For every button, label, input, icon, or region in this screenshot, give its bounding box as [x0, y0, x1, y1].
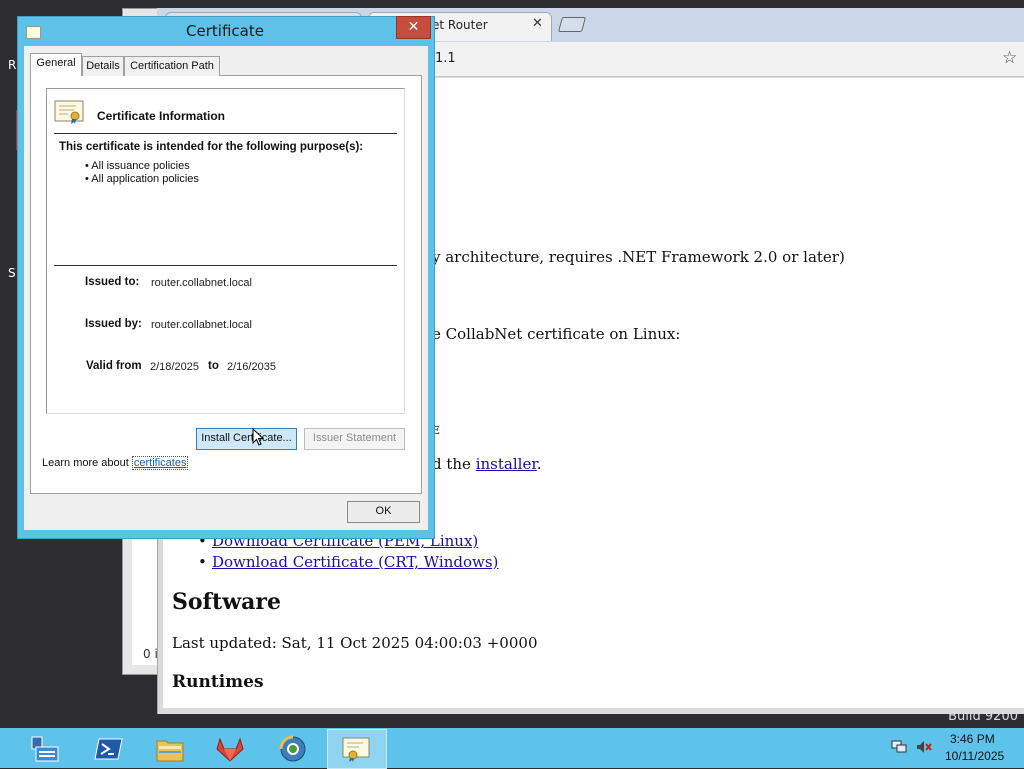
valid-from-label: Valid from [86, 360, 142, 372]
file-explorer-icon[interactable] [155, 735, 185, 763]
valid-to-value: 2/16/2035 [227, 361, 276, 373]
build-watermark: Build 9200 [948, 709, 1018, 724]
valid-from-value: 2/18/2025 [150, 361, 199, 373]
network-icon[interactable] [891, 740, 907, 754]
learn-more-text: Learn more about certificates [42, 456, 189, 470]
powershell-icon[interactable] [94, 735, 124, 763]
desktop-icon-label: S [8, 266, 16, 280]
divider [54, 133, 397, 134]
tab-certification-path[interactable]: Certification Path [124, 56, 220, 76]
purpose-item: • All issuance policies [85, 160, 190, 172]
issued-by-value: router.collabnet.local [151, 319, 252, 331]
linux-instructions-text: e CollabNet certificate on Linux: [432, 325, 681, 343]
runtimes-heading: Runtimes [172, 672, 264, 692]
learn-more-prefix: Learn more about [42, 457, 132, 469]
taskbar [0, 728, 1024, 768]
certificate-icon [26, 26, 41, 39]
clock-time[interactable]: 3:46 PM [950, 732, 995, 746]
purpose-heading: This certificate is intended for the fol… [59, 141, 364, 153]
installer-suffix: . [536, 455, 542, 473]
clock-date[interactable]: 10/11/2025 [945, 749, 1004, 763]
certificate-icon [54, 100, 84, 124]
installer-sentence: d the installer. [432, 455, 542, 473]
issued-by-label: Issued by: [85, 318, 142, 330]
close-button[interactable]: ✕ [396, 16, 431, 39]
gitlab-icon[interactable] [215, 735, 245, 763]
mouse-cursor-icon [252, 428, 264, 446]
address-bar[interactable]: 1.1 [435, 51, 456, 66]
tab-close-icon[interactable]: ✕ [532, 16, 543, 31]
download-crt-link[interactable]: Download Certificate (CRT, Windows) [198, 553, 498, 571]
certificate-icon[interactable] [341, 735, 371, 763]
architecture-note: y architecture, requires .NET Framework … [432, 248, 845, 266]
issuer-statement-button[interactable]: Issuer Statement [304, 428, 405, 450]
server-manager-icon[interactable] [30, 735, 60, 763]
installer-prefix: d the [432, 455, 476, 473]
tab-details[interactable]: Details [82, 56, 124, 76]
browser-icon[interactable] [278, 735, 308, 763]
certificates-link[interactable]: certificates [131, 456, 189, 470]
background-window-status: 0 i [143, 647, 158, 661]
last-updated-text: Last updated: Sat, 11 Oct 2025 04:00:03 … [172, 634, 538, 652]
tab-general[interactable]: General [30, 53, 82, 76]
ok-button[interactable]: OK [347, 501, 420, 523]
purpose-item: • All application policies [85, 173, 199, 185]
desktop-icon-label: R [8, 58, 17, 72]
new-tab-button[interactable] [557, 17, 587, 32]
bookmark-star-icon[interactable]: ☆ [1002, 48, 1017, 68]
software-heading: Software [172, 589, 281, 615]
install-certificate-button[interactable]: Install Certificate... [196, 428, 297, 450]
valid-to-label: to [208, 360, 219, 372]
installer-link[interactable]: installer [476, 455, 537, 473]
issued-to-label: Issued to: [85, 276, 140, 288]
issued-to-value: router.collabnet.local [151, 277, 252, 289]
divider [54, 265, 397, 266]
certificate-info-heading: Certificate Information [97, 109, 226, 123]
volume-muted-icon[interactable] [916, 740, 932, 754]
dialog-title: Certificate [186, 22, 264, 40]
browser-tab-title: et Router [432, 18, 488, 32]
